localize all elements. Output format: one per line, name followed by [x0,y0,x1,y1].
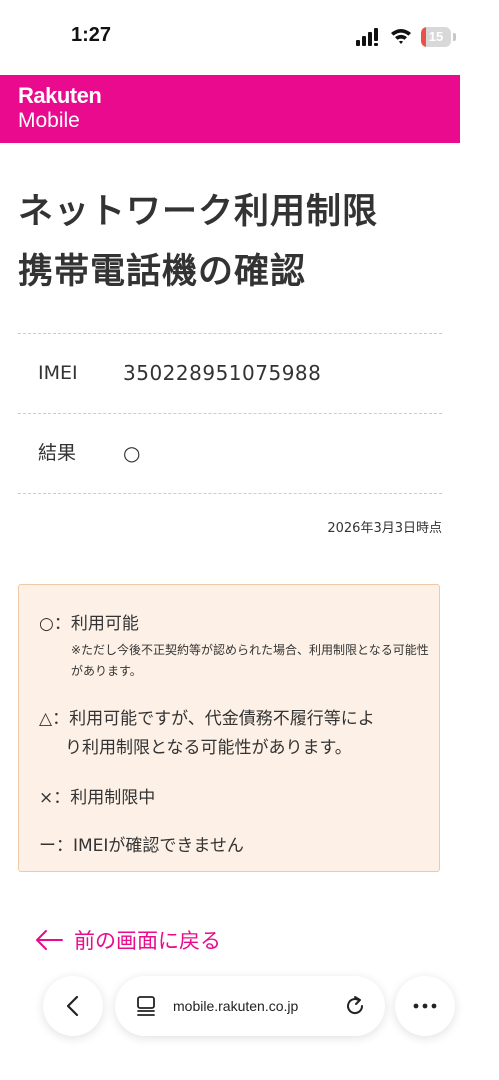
wifi-icon [391,29,411,44]
table-row-result: 結果 ○ [18,413,442,494]
result-value: ○ [123,441,141,465]
check-timestamp: 2026年3月3日時点 [327,521,442,536]
result-table: IMEI 350228951075988 結果 ○ [18,333,442,494]
more-icon [413,1003,437,1009]
legend-symbol: ー [39,836,56,856]
page-title-line1: ネットワーク利用制限 [18,192,379,232]
arrow-left-icon [36,930,63,950]
address-bar[interactable]: mobile.rakuten.co.jp [115,976,385,1036]
legend-item-unknown: ー：IMEIが確認できません [39,831,244,856]
chevron-left-icon [66,995,79,1017]
legend-text: ：利用制限中 [53,788,156,808]
legend-item-available: ○：利用可能 [39,609,139,634]
legend-item-conditional: △：利用可能ですが、代金債務不履行等によ り利用制限となる可能性があります。 [39,705,434,763]
battery-icon: 15 [421,27,457,47]
imei-value: 350228951075988 [123,361,322,385]
rakuten-mobile-logo[interactable]: Rakuten Mobile [18,83,102,132]
battery-level: 15 [428,29,444,44]
browser-back-button[interactable] [43,976,103,1036]
tabs-icon [137,996,155,1016]
legend-symbol: △ [39,709,53,729]
legend-symbol: × [39,788,54,808]
legend-text: ：IMEIが確認できません [56,836,244,856]
back-link-label: 前の画面に戻る [74,929,221,953]
legend-box: ○：利用可能 ※ただし今後不正契約等が認められた場合、利用制限となる可能性があり… [18,584,440,872]
url-text: mobile.rakuten.co.jp [173,998,299,1014]
page-title: ネットワーク利用制限 携帯電話機の確認 [18,182,448,302]
logo-line2: Mobile [18,109,80,132]
legend-text-continuation: り利用制限となる可能性があります。 [65,738,352,758]
legend-note: ※ただし今後不正契約等が認められた場合、利用制限となる可能性があります。 [71,643,429,678]
status-time: 1:27 [71,24,112,46]
more-options-button[interactable] [395,976,455,1036]
logo-line1: Rakuten [18,83,102,108]
imei-label: IMEI [38,362,78,384]
table-row-imei: IMEI 350228951075988 [18,333,442,413]
legend-item-restricted: ×：利用制限中 [39,783,155,808]
legend-symbol: ○ [39,614,54,634]
browser-toolbar: mobile.rakuten.co.jp [0,960,499,1080]
signal-icon [356,28,378,46]
reload-icon[interactable] [343,994,367,1018]
legend-text: ：利用可能 [53,614,139,634]
result-label: 結果 [38,442,77,464]
status-bar: 1:27 15 [0,0,499,75]
page-title-line2: 携帯電話機の確認 [18,252,307,292]
legend-text: ：利用可能ですが、代金債務不履行等によ [52,709,375,729]
back-link[interactable]: 前の画面に戻る [34,925,221,955]
site-header: Rakuten Mobile [0,75,460,143]
